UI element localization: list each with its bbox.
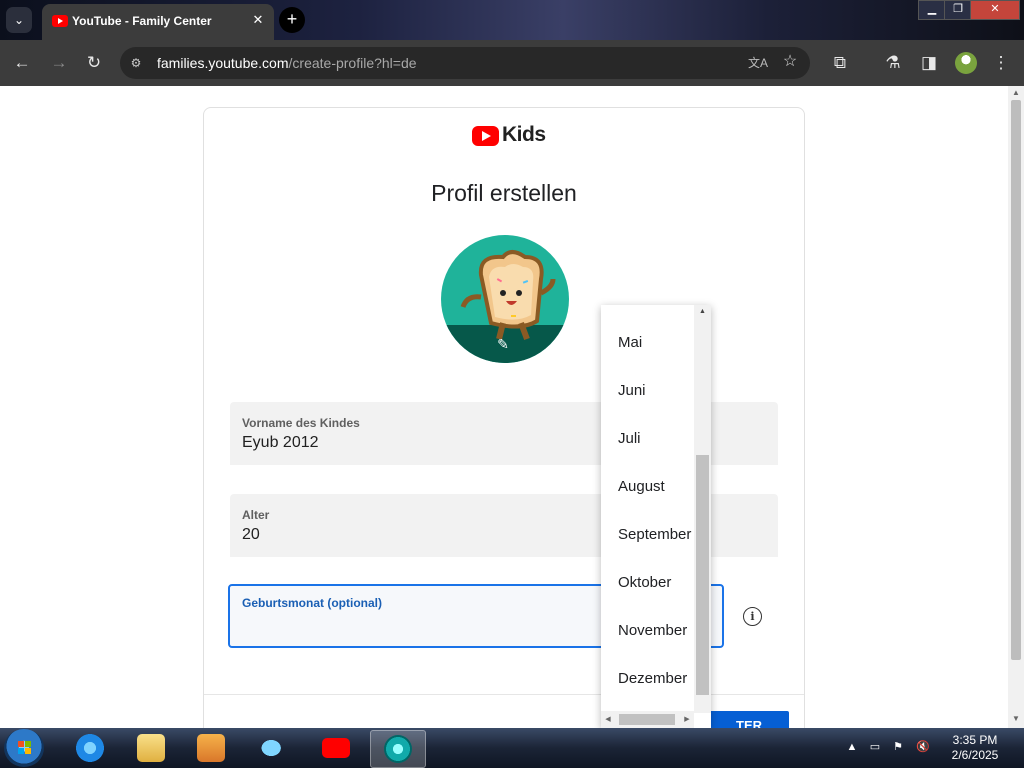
- taskbar-chrome-active[interactable]: [370, 730, 426, 768]
- extensions-icon[interactable]: ⧉: [829, 52, 851, 74]
- age-value[interactable]: 20: [242, 526, 260, 544]
- next-button[interactable]: TER: [709, 711, 789, 728]
- age-label: Alter: [242, 508, 270, 522]
- menu-icon[interactable]: ⋮: [990, 52, 1012, 74]
- window-restore-button[interactable]: ❐: [944, 0, 972, 20]
- child-name-value[interactable]: Eyub 2012: [242, 434, 319, 452]
- new-tab-button[interactable]: +: [279, 7, 305, 33]
- show-hidden-icons-arrow[interactable]: ▲: [845, 740, 859, 754]
- clock-date: 2/6/2025: [951, 748, 999, 762]
- page-viewport: Kids Profil erstellen ✎ Vorname des Kind…: [0, 86, 1008, 728]
- scroll-up-arrow[interactable]: ▲: [1008, 86, 1024, 100]
- address-url[interactable]: families.youtube.com/create-profile?hl=d…: [157, 55, 417, 71]
- scroll-down-arrow[interactable]: ▼: [1008, 712, 1024, 726]
- bookmark-star-icon[interactable]: ☆: [780, 52, 800, 72]
- system-clock[interactable]: 3:35 PM 2/6/2025: [935, 733, 1015, 763]
- tab-close-button[interactable]: ✕: [250, 12, 266, 28]
- tab-search-button[interactable]: ⌄: [6, 7, 32, 33]
- page-title: Profil erstellen: [431, 180, 577, 206]
- dropdown-option[interactable]: Dezember: [618, 670, 687, 687]
- chevron-down-icon: ⌄: [13, 13, 25, 27]
- taskbar-dolphin-app[interactable]: [247, 730, 301, 766]
- dropdown-option[interactable]: Juni: [618, 382, 646, 399]
- dropdown-option[interactable]: November: [618, 622, 687, 639]
- create-profile-card: Kids Profil erstellen ✎ Vorname des Kind…: [203, 107, 805, 728]
- dropdown-scrollbar-thumb[interactable]: [696, 455, 709, 695]
- info-icon[interactable]: i: [743, 607, 762, 626]
- scroll-right-arrow[interactable]: ▶: [680, 711, 694, 728]
- dropdown-horizontal-scrollbar[interactable]: ◀ ▶: [601, 711, 694, 728]
- youtube-kids-logo: Kids: [472, 123, 546, 149]
- youtube-icon: [322, 738, 350, 758]
- taskbar-file-explorer[interactable]: [124, 730, 178, 766]
- dropdown-scroll-up-arrow[interactable]: ▲: [694, 305, 711, 319]
- dropdown-option[interactable]: Oktober: [618, 574, 671, 591]
- url-path: /create-profile?hl=de: [288, 55, 417, 71]
- scroll-left-arrow[interactable]: ◀: [601, 711, 615, 728]
- clock-time: 3:35 PM: [952, 733, 998, 747]
- translate-icon[interactable]: 文A: [748, 53, 768, 73]
- page-scrollbar[interactable]: ▲ ▼: [1008, 86, 1024, 728]
- start-button[interactable]: [4, 729, 44, 767]
- browser-app-icon: [384, 735, 412, 763]
- window-minimize-button[interactable]: ▁: [918, 0, 946, 20]
- media-player-icon: [197, 734, 225, 762]
- taskbar-internet-explorer[interactable]: [63, 730, 117, 766]
- taskbar-youtube[interactable]: [309, 730, 363, 766]
- taskbar: ▲ ▭ ⚑ 🔇 3:35 PM 2/6/2025: [0, 728, 1024, 768]
- window-titlebar: ⌄ YouTube - Family Center ✕ + ▁ ❐ ✕: [0, 0, 1024, 40]
- page-scrollbar-thumb[interactable]: [1011, 100, 1021, 660]
- card-divider: [204, 694, 804, 695]
- window-close-button[interactable]: ✕: [970, 0, 1020, 20]
- pencil-edit-icon[interactable]: ✎: [495, 336, 511, 352]
- child-name-label: Vorname des Kindes: [242, 416, 360, 430]
- taskbar-media-player[interactable]: [184, 730, 238, 766]
- dolphin-icon: [260, 734, 288, 762]
- side-panel-icon[interactable]: ◨: [918, 52, 940, 74]
- youtube-play-icon: [472, 126, 499, 146]
- youtube-favicon-icon: [52, 15, 68, 27]
- birth-month-dropdown[interactable]: Mai Juni Juli August September Oktober N…: [601, 305, 711, 728]
- dropdown-hscroll-thumb[interactable]: [619, 714, 675, 725]
- windows-logo-icon: [18, 741, 31, 754]
- action-center-flag-icon[interactable]: ⚑: [891, 740, 905, 754]
- forward-button[interactable]: →: [48, 52, 70, 74]
- logo-text: Kids: [502, 123, 546, 146]
- dropdown-option[interactable]: September: [618, 526, 691, 543]
- labs-flask-icon[interactable]: ⚗: [882, 52, 904, 74]
- tab-title: YouTube - Family Center: [72, 14, 212, 28]
- url-domain: families.youtube.com: [157, 55, 289, 71]
- site-info-icon[interactable]: ⚙: [128, 55, 144, 71]
- dropdown-option[interactable]: Juli: [618, 430, 641, 447]
- birth-month-label: Geburtsmonat (optional): [242, 596, 382, 610]
- browser-tab[interactable]: YouTube - Family Center ✕: [42, 4, 274, 40]
- address-bar[interactable]: ⚙ families.youtube.com/create-profile?hl…: [120, 47, 810, 79]
- dropdown-vertical-scrollbar[interactable]: ▲: [694, 305, 711, 713]
- network-icon[interactable]: ▭: [868, 740, 882, 754]
- folder-icon: [137, 734, 165, 762]
- back-button[interactable]: ←: [11, 52, 33, 74]
- profile-avatar[interactable]: [955, 52, 977, 74]
- browser-toolbar: ← → ↻ ⚙ families.youtube.com/create-prof…: [0, 40, 1024, 86]
- volume-muted-icon[interactable]: 🔇: [916, 740, 930, 754]
- dropdown-option[interactable]: Mai: [618, 334, 642, 351]
- reload-button[interactable]: ↻: [83, 52, 105, 74]
- dropdown-option[interactable]: August: [618, 478, 665, 495]
- internet-explorer-icon: [76, 734, 104, 762]
